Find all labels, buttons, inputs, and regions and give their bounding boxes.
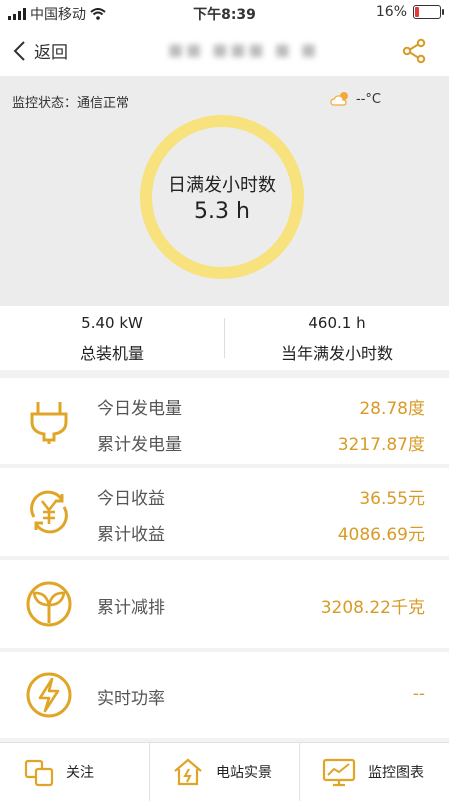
total-generation-label: 累计发电量 (97, 435, 182, 455)
leaf-icon (26, 581, 72, 627)
tab-monitor-chart[interactable]: 监控图表 (322, 743, 424, 801)
stat-label: 总装机量 (79, 344, 144, 363)
power-value: -- (412, 684, 425, 704)
monitor-status: 监控状态：通信正常 (12, 96, 130, 111)
total-income-value: 4086.69元 (337, 525, 425, 545)
stat-value: 5.40 kW (81, 314, 143, 332)
tab-label: 电站实景 (216, 765, 272, 781)
tab-label: 关注 (66, 765, 94, 781)
back-label: 返回 (34, 43, 68, 63)
total-income-label: 累计收益 (97, 525, 165, 545)
back-button[interactable]: 返回 (12, 38, 68, 63)
follow-icon (24, 759, 54, 787)
plug-icon (30, 402, 68, 444)
today-income-label: 今日收益 (97, 489, 165, 509)
monitor-chart-icon (322, 758, 356, 787)
battery-level (415, 7, 419, 17)
battery-icon (413, 5, 444, 19)
divider (299, 743, 300, 801)
share-icon[interactable] (401, 38, 427, 64)
card-generation: 今日发电量 28.78度 累计发电量 3217.87度 (0, 378, 449, 464)
bottom-tab-bar: 关注 电站实景 监控图表 (0, 742, 449, 801)
station-title: ■■ ■■■ ■ ■ (168, 40, 320, 59)
tab-label: 监控图表 (368, 765, 424, 781)
stat-value: 460.1 h (308, 314, 366, 332)
today-generation-value: 28.78度 (359, 399, 425, 419)
battery-percent: 16% (375, 4, 407, 20)
card-power: 实时功率 -- (0, 652, 449, 738)
divider (149, 743, 150, 801)
card-emission: 累计减排 3208.22千克 (0, 560, 449, 648)
weather: --°C (330, 90, 381, 108)
stats-strip: 5.40 kW 总装机量 460.1 h 当年满发小时数 (0, 306, 449, 370)
stat-capacity: 5.40 kW 总装机量 (0, 306, 224, 370)
today-generation-label: 今日发电量 (97, 399, 182, 419)
power-label: 实时功率 (97, 689, 165, 709)
yuan-icon (30, 490, 68, 534)
lightning-icon (26, 672, 72, 718)
emission-label: 累计减排 (97, 598, 165, 618)
house-icon (174, 758, 202, 786)
status-bar: 中国移动 下午8:39 16% (0, 0, 449, 26)
chevron-left-icon (13, 40, 25, 61)
ring-value: 5.3 h (194, 198, 250, 224)
today-income-value: 36.55元 (359, 489, 425, 509)
cloud-sun-icon (330, 92, 349, 106)
emission-value: 3208.22千克 (320, 598, 425, 618)
tab-station-photo[interactable]: 电站实景 (172, 743, 272, 801)
stat-label: 当年满发小时数 (280, 344, 393, 363)
ring-label: 日满发小时数 (168, 174, 276, 196)
tab-follow[interactable]: 关注 (24, 743, 94, 801)
temperature: --°C (356, 91, 381, 107)
status-right: 16% (375, 4, 444, 20)
full-hours-ring: 日满发小时数 5.3 h (140, 115, 304, 279)
card-income: 今日收益 36.55元 累计收益 4086.69元 (0, 468, 449, 556)
nav-bar: 返回 ■■ ■■■ ■ ■ (0, 26, 449, 76)
total-generation-value: 3217.87度 (337, 435, 425, 455)
stat-annual-hours: 460.1 h 当年满发小时数 (225, 306, 449, 370)
